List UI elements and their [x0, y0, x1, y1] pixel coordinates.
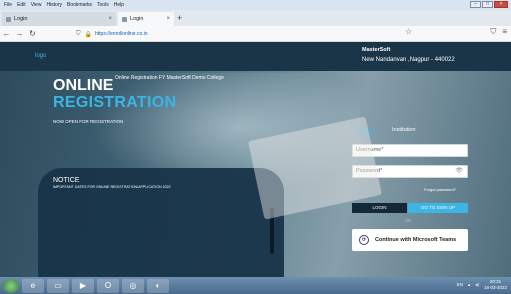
lock-icon: 🔒 — [84, 31, 92, 38]
clock[interactable]: 20:31 16-03-2022 — [484, 279, 507, 290]
eye-icon[interactable]: 👁 — [455, 166, 463, 177]
start-button[interactable] — [3, 278, 19, 293]
notice-scrollbar[interactable] — [270, 208, 274, 254]
hamburger-menu-icon[interactable]: ≡ — [502, 27, 507, 37]
back-arrow-icon[interactable]: ← — [0, 29, 13, 38]
menu-edit[interactable]: Edit — [17, 0, 26, 10]
tab-close-icon[interactable]: × — [108, 16, 112, 22]
ie-browser-icon[interactable]: e — [22, 278, 44, 293]
window-close-button[interactable]: × — [494, 1, 508, 8]
forgot-password-link[interactable]: Forgot password? — [424, 187, 456, 192]
hero-title-online: ONLINE — [53, 77, 114, 94]
forward-arrow-icon[interactable]: → — [13, 29, 26, 38]
hero-title-registration: REGISTRATION — [53, 94, 177, 111]
clock-date: 16-03-2022 — [483, 284, 507, 290]
favicon-icon — [6, 16, 11, 22]
reload-icon[interactable]: ↻ — [26, 29, 39, 38]
opera-icon[interactable]: O — [97, 278, 119, 293]
site-logo[interactable]: logo — [35, 53, 46, 59]
tab-close-icon[interactable]: × — [166, 16, 170, 22]
folder-icon[interactable]: ▭ — [47, 278, 69, 293]
network-icon[interactable]: ▴ — [468, 282, 470, 288]
menu-history[interactable]: History — [46, 0, 62, 10]
language-indicator[interactable]: EN — [457, 282, 463, 287]
page-header: logo MasterSoft New Nandanvan ,Nagpur - … — [0, 43, 511, 71]
address-bar[interactable]: ⛉ 🔒 https://enrollonline.co.in — [76, 28, 422, 40]
menu-bookmarks[interactable]: Bookmarks — [67, 0, 92, 10]
notice-title: NOTICE — [53, 177, 80, 184]
new-tab-button[interactable]: + — [177, 12, 182, 24]
signup-button[interactable]: GO TO SIGN UP — [408, 203, 468, 213]
minimize-button[interactable]: – — [470, 1, 481, 8]
hero-open-text: NOW OPEN FOR REGISTRATION — [53, 119, 124, 124]
org-name: MasterSoft — [362, 47, 391, 53]
menu-tools[interactable]: Tools — [97, 0, 109, 10]
maximize-button[interactable]: □ — [482, 1, 493, 8]
volume-icon[interactable]: ◂) — [475, 282, 479, 288]
firefox-icon[interactable]: ◐ — [147, 278, 169, 293]
login-button[interactable]: LOGIN — [352, 203, 407, 213]
tab-institution[interactable]: Institution — [392, 127, 416, 133]
favicon-icon — [122, 16, 127, 22]
window-controls: – □ × — [470, 1, 508, 8]
toolbar-right: ⛉ ≡ — [490, 27, 507, 37]
username-field[interactable]: Username* — [352, 144, 468, 157]
org-address: New Nandanvan ,Nagpur - 440022 — [362, 57, 455, 63]
shield-icon: ⛉ — [76, 30, 81, 37]
shield-icon[interactable]: ⛉ — [490, 27, 496, 37]
os-taskbar: e ▭ ▶ O ◎ ◐ EN ▴ ◂) 20:31 16-03-2022 — [0, 277, 511, 294]
hero-subtitle: Online Registration FY MasterSoft Demo C… — [115, 75, 224, 81]
tab-strip: Login × Login × + — [0, 10, 511, 26]
microsoft-teams-label: Continue with Microsoft Teams — [375, 237, 457, 243]
menu-help[interactable]: Help — [114, 0, 124, 10]
bookmark-star-icon[interactable]: ☆ — [405, 27, 412, 36]
tab-title: Login — [130, 16, 144, 22]
tab-student[interactable]: Student — [356, 127, 375, 135]
url-text[interactable]: https://enrollonline.co.in — [95, 31, 148, 37]
menu-file[interactable]: File — [4, 0, 12, 10]
system-tray: EN ▴ ◂) 20:31 16-03-2022 — [457, 279, 507, 290]
menu-view[interactable]: View — [31, 0, 42, 10]
notice-text[interactable]: IMPORTANT DATES FOR ONLINE REGISTRATION/… — [53, 185, 171, 189]
microsoft-teams-button[interactable]: ⟳ Continue with Microsoft Teams — [352, 229, 468, 251]
window-title-bar: File Edit View History Bookmarks Tools H… — [0, 0, 511, 10]
navigation-bar: ← → ↻ ⛉ 🔒 https://enrollonline.co.in ☆ ⛉… — [0, 26, 511, 42]
menu-bar: File Edit View History Bookmarks Tools H… — [0, 0, 124, 10]
media-player-icon[interactable]: ▶ — [72, 278, 94, 293]
browser-tab-2-active[interactable]: Login × — [118, 12, 174, 26]
chrome-icon[interactable]: ◎ — [122, 278, 144, 293]
password-field[interactable]: Password* 👁 — [352, 165, 468, 178]
microsoft-teams-icon: ⟳ — [359, 235, 369, 245]
page-content: logo MasterSoft New Nandanvan ,Nagpur - … — [0, 43, 511, 277]
tab-title: Login — [14, 16, 28, 22]
or-divider: OR — [405, 218, 411, 223]
browser-tab-1[interactable]: Login × — [2, 12, 116, 26]
password-placeholder: Password* — [356, 168, 383, 174]
